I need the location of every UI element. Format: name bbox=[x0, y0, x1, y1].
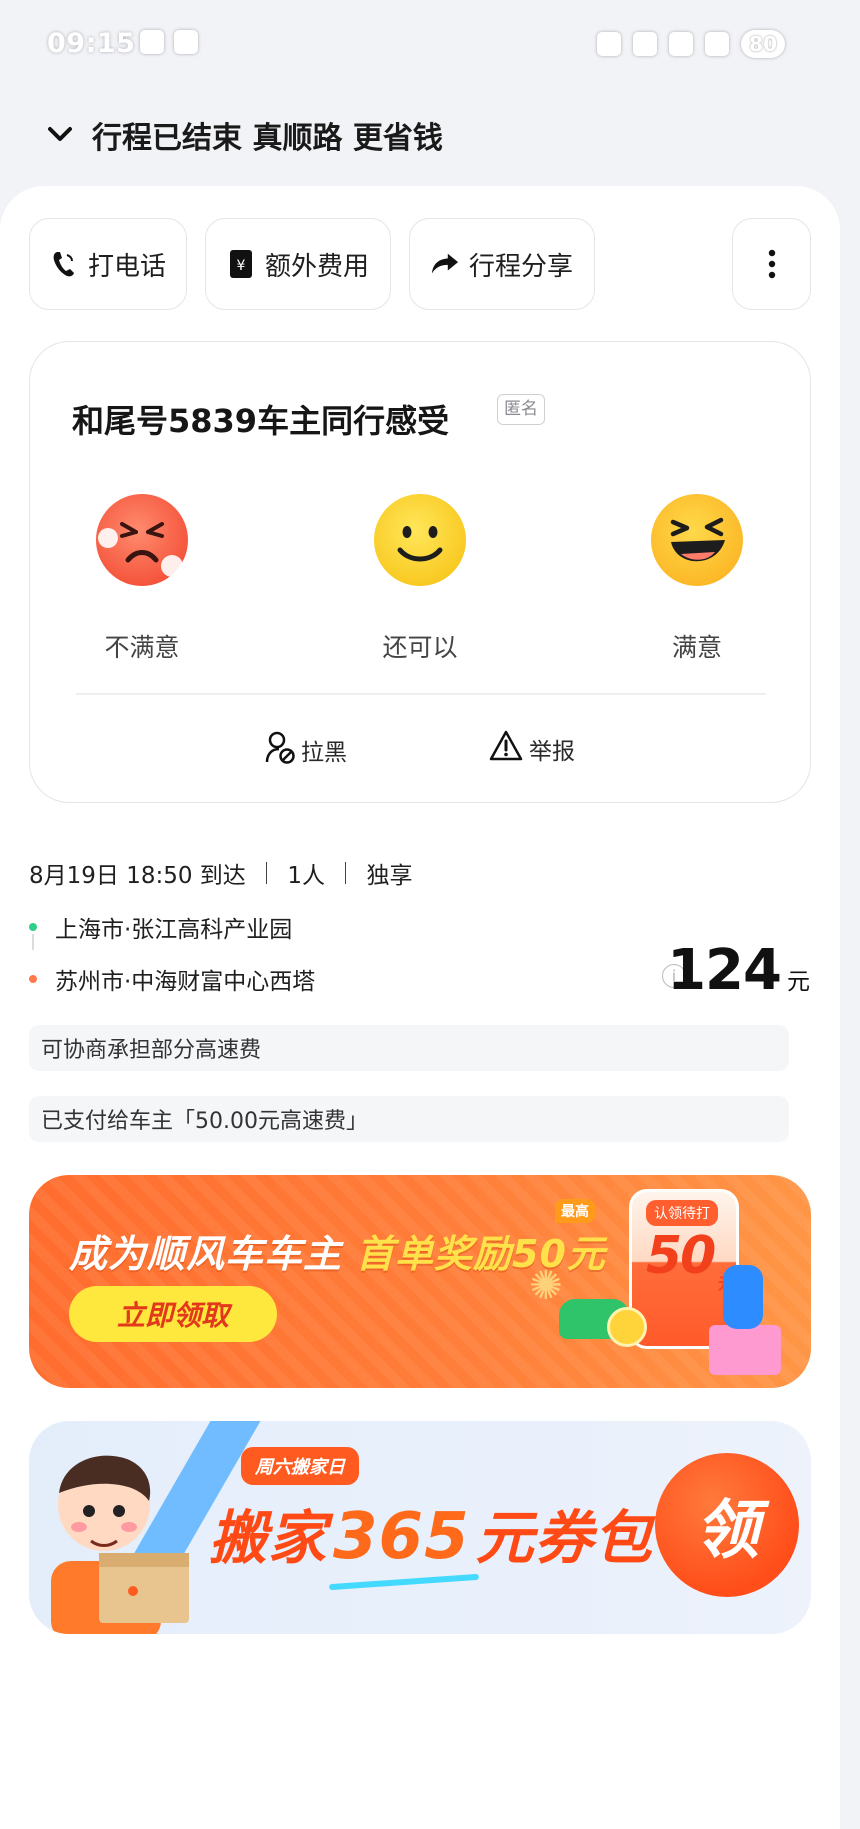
report-label: 举报 bbox=[529, 739, 575, 765]
dissatisfied-face-icon[interactable] bbox=[96, 494, 188, 586]
become-driver-banner[interactable]: 成为顺风车车主首单奖励50元 立即领取 ✺ 最高 认领待打 50 元 bbox=[29, 1175, 811, 1388]
more-vertical-icon bbox=[758, 249, 786, 279]
trip-price[interactable]: 124 元 bbox=[667, 938, 810, 1003]
price-unit: 元 bbox=[787, 969, 810, 995]
svg-text:¥: ¥ bbox=[237, 258, 246, 274]
block-user-icon bbox=[265, 730, 295, 770]
sparkle-icon: ✺ bbox=[529, 1263, 563, 1309]
max-tag: 最高 bbox=[555, 1199, 595, 1223]
signal-icon bbox=[705, 32, 730, 56]
extra-fee-label: 额外费用 bbox=[264, 251, 369, 282]
passenger-count: 1人 bbox=[287, 863, 325, 889]
saturday-moving-day-tag: 周六搬家日 bbox=[241, 1447, 359, 1485]
origin-address: 上海市·张江高科产业园 bbox=[55, 917, 293, 943]
coupon-title-prefix: 搬家 bbox=[209, 1504, 328, 1572]
rating-divider bbox=[76, 693, 766, 695]
route-destination: 苏州市·中海财富中心西塔 bbox=[29, 962, 315, 996]
okay-label: 还可以 bbox=[382, 633, 458, 662]
rating-title: 和尾号5839车主同行感受 bbox=[72, 402, 450, 440]
warning-icon bbox=[489, 730, 523, 768]
mover-character-illustration bbox=[29, 1443, 204, 1634]
camera-icon bbox=[140, 30, 164, 54]
moving-coupon-banner[interactable]: 周六搬家日 搬家 365 元券包 领 bbox=[29, 1421, 811, 1634]
satisfied-label: 满意 bbox=[671, 633, 722, 662]
claim-coupon-button[interactable]: 领 bbox=[655, 1453, 799, 1597]
coupon-title-suffix: 元券包 bbox=[475, 1504, 653, 1572]
action-bar: 打电话 ¥ 额外费用 行程分享 bbox=[29, 218, 811, 310]
receipt-yuan-icon: ¥ bbox=[227, 249, 255, 279]
satisfied-face-icon[interactable] bbox=[651, 494, 743, 586]
rating-card: 和尾号5839车主同行感受 匿名 不满意 还可以 满意 拉黑 举报 bbox=[29, 341, 811, 803]
arrival-time: 8月19日 18:50 到达 bbox=[29, 863, 246, 889]
toll-paid-note: 已支付给车主「50.00元高速费」 bbox=[29, 1096, 789, 1142]
banner-driver-title-highlight: 首单奖励50元 bbox=[356, 1232, 606, 1276]
separator bbox=[265, 862, 268, 884]
block-label: 拉黑 bbox=[301, 740, 347, 766]
wifi-icon bbox=[669, 32, 694, 56]
share-arrow-icon bbox=[431, 249, 459, 279]
collapse-chevron-icon[interactable] bbox=[40, 115, 80, 155]
dissatisfied-label: 不满意 bbox=[104, 633, 180, 662]
report-button[interactable]: 举报 bbox=[489, 730, 575, 768]
gift-box-icon bbox=[709, 1325, 781, 1375]
toll-negotiable-note: 可协商承担部分高速费 bbox=[29, 1025, 789, 1071]
origin-dot-icon bbox=[29, 923, 37, 931]
extra-fee-button[interactable]: ¥ 额外费用 bbox=[205, 218, 391, 310]
anonymous-badge: 匿名 bbox=[497, 394, 545, 425]
phone-icon bbox=[50, 249, 78, 279]
call-label: 打电话 bbox=[87, 251, 166, 282]
page-title: 行程已结束 真顺路 更省钱 bbox=[92, 121, 443, 156]
thumbs-up-icon bbox=[723, 1265, 763, 1329]
okay-face-icon[interactable] bbox=[374, 494, 466, 586]
destination-dot-icon bbox=[29, 975, 37, 983]
share-trip-button[interactable]: 行程分享 bbox=[409, 218, 595, 310]
banner-driver-title: 成为顺风车车主 首单奖励50元 bbox=[69, 1223, 606, 1278]
status-time: 09:15 bbox=[47, 28, 136, 59]
battery-indicator: 80 bbox=[741, 30, 785, 58]
trip-summary: 8月19日 18:50 到达 1人 独享 bbox=[29, 856, 412, 890]
coupon-title-number: 365 bbox=[333, 1500, 470, 1574]
ride-mode: 独享 bbox=[366, 863, 413, 889]
title-underline bbox=[328, 1573, 480, 1591]
notification-icon bbox=[174, 30, 198, 54]
coupon-pack-title: 搬家 365 元券包 bbox=[209, 1491, 653, 1575]
price-amount: 124 bbox=[667, 938, 782, 1003]
status-bar: 09:15 80 bbox=[0, 0, 860, 92]
coin-icon bbox=[607, 1307, 647, 1347]
route-connector bbox=[32, 934, 34, 950]
page-header: 行程已结束 真顺路 更省钱 bbox=[40, 110, 443, 160]
mute-icon bbox=[597, 32, 622, 56]
status-left-icons bbox=[140, 30, 198, 54]
block-button[interactable]: 拉黑 bbox=[265, 730, 347, 770]
location-icon bbox=[633, 32, 658, 56]
claim-now-button[interactable]: 立即领取 bbox=[69, 1286, 277, 1342]
share-trip-label: 行程分享 bbox=[468, 251, 573, 282]
route-origin: 上海市·张江高科产业园 bbox=[29, 910, 292, 944]
separator bbox=[344, 862, 347, 884]
status-right-icons: 80 bbox=[597, 30, 785, 58]
call-button[interactable]: 打电话 bbox=[29, 218, 187, 310]
destination-address: 苏州市·中海财富中心西塔 bbox=[55, 969, 316, 995]
more-menu-button[interactable] bbox=[732, 218, 811, 310]
reward-card-tag: 认领待打 bbox=[646, 1200, 718, 1226]
reward-amount: 50 bbox=[646, 1226, 716, 1286]
banner-driver-title-main: 成为顺风车车主 bbox=[69, 1232, 343, 1276]
